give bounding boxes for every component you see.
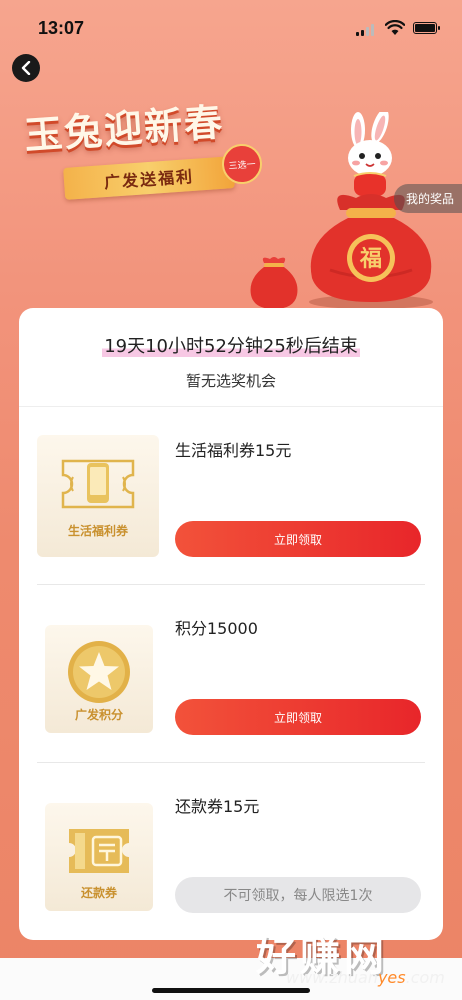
event-subtitle-ribbon: 广发送福利 — [63, 156, 235, 200]
claim-button[interactable]: 立即领取 — [175, 521, 421, 557]
star-coin-icon — [68, 641, 130, 703]
back-button[interactable] — [12, 54, 40, 82]
site-watermark: 好赚网 www.zhuanyes.com — [256, 924, 462, 994]
signal-icon — [356, 24, 374, 36]
prize-caption: 还款券 — [80, 886, 117, 900]
bunny-mascot-icon — [348, 112, 392, 196]
claim-button[interactable]: 立即领取 — [175, 699, 421, 735]
fu-char: 福 — [359, 247, 382, 272]
watermark-url: www.zhuanyes.com — [286, 968, 445, 987]
claim-button-disabled[interactable]: 不可领取，每人限选1次 — [175, 877, 421, 913]
countdown-timer: 19天10小时52分钟25秒后结束 — [102, 336, 360, 357]
home-indicator[interactable] — [152, 988, 310, 993]
chevron-left-icon — [21, 61, 31, 75]
prize-name: 积分15000 — [175, 619, 258, 638]
prize-name: 生活福利券15元 — [175, 441, 292, 460]
prize-card: 19天10小时52分钟25秒后结束 暂无选奖机会 生活福利券 生活福利券15元 … — [19, 308, 443, 940]
prize-thumbnail: 广发积分 — [45, 625, 153, 733]
prize-name: 还款券15元 — [175, 797, 260, 816]
wifi-icon — [385, 20, 405, 35]
status-time: 13:07 — [38, 18, 85, 38]
phone-ticket-icon — [61, 459, 135, 509]
no-chance-notice: 暂无选奖机会 — [185, 372, 276, 390]
prize-item-points: 广发积分 积分15000 立即领取 — [19, 585, 443, 763]
small-lucky-bag-icon — [250, 257, 298, 309]
event-title: 玉兔迎新春 — [22, 100, 226, 158]
repay-ticket-icon — [69, 829, 129, 873]
prize-item-life-coupon: 生活福利券 生活福利券15元 立即领取 — [19, 407, 443, 585]
prize-thumbnail: 还款券 — [45, 803, 153, 911]
prize-thumbnail: 生活福利券 — [37, 435, 159, 557]
hero-banner: 玉兔迎新春 广发送福利 三选一 福 我的奖品 — [0, 60, 462, 309]
prize-caption: 生活福利券 — [67, 524, 128, 538]
prize-caption: 广发积分 — [74, 708, 123, 722]
battery-icon — [413, 22, 440, 34]
status-bar: 13:07 — [0, 0, 462, 56]
my-prizes-button[interactable]: 我的奖品 — [393, 184, 462, 213]
prize-item-repay-coupon: 还款券 还款券15元 不可领取，每人限选1次 — [19, 763, 443, 940]
